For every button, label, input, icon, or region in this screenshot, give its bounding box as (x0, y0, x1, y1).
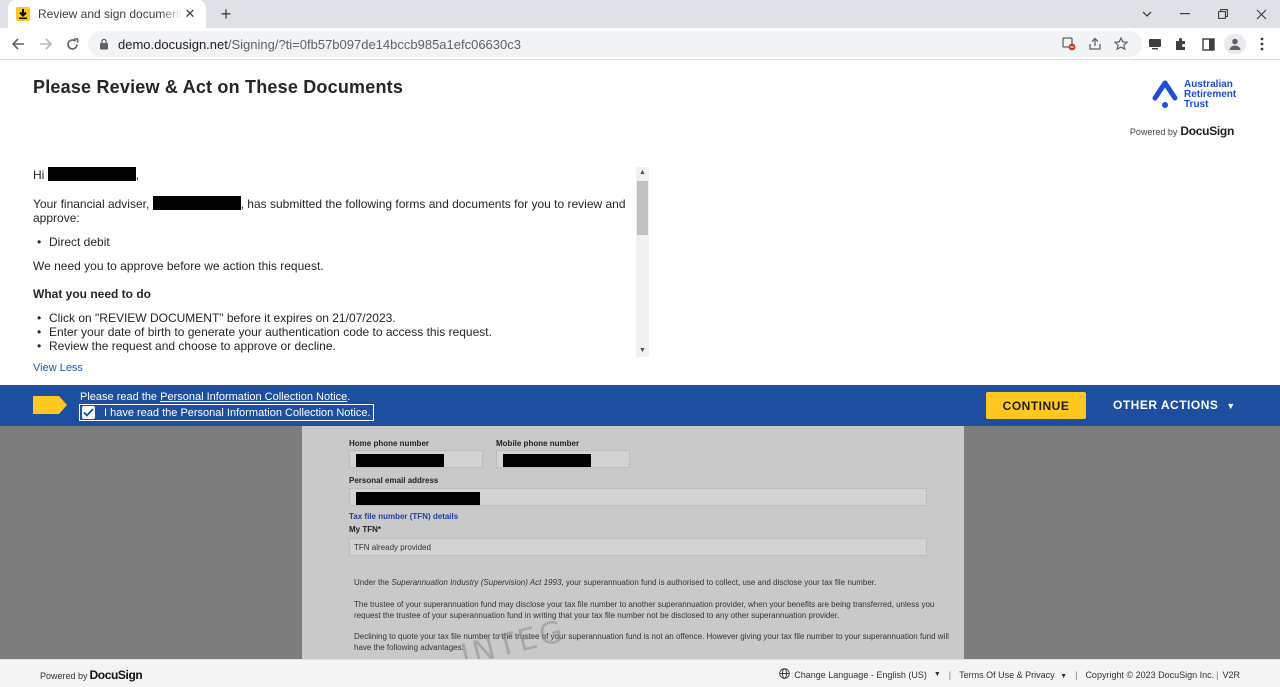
home-phone-field (349, 450, 483, 468)
home-phone-label: Home phone number (349, 439, 430, 448)
document-page: Home phone number Mobile phone number Pe… (302, 426, 964, 659)
continue-button[interactable]: CONTINUE (986, 392, 1086, 419)
tfn-paragraph-1: Under the Superannuation Industry (Super… (354, 578, 877, 587)
globe-icon (779, 668, 791, 681)
brand-logo: Australian Retirement Trust (1152, 78, 1242, 112)
email-field (349, 488, 927, 506)
close-window-icon[interactable] (1242, 0, 1280, 28)
tab-search-icon[interactable] (1128, 0, 1166, 28)
new-tab-icon[interactable]: + (216, 4, 236, 24)
caret-down-icon: ▼ (1226, 401, 1236, 411)
document-viewer[interactable]: Home phone number Mobile phone number Pe… (0, 426, 1280, 659)
reload-icon[interactable] (62, 34, 82, 54)
scroll-up-icon[interactable]: ▲ (636, 167, 649, 179)
browser-menu-icon[interactable] (1253, 35, 1271, 53)
tfn-label: My TFN* (349, 525, 381, 534)
restore-icon[interactable] (1204, 0, 1242, 28)
docusign-favicon-icon (16, 7, 30, 21)
change-language-button[interactable]: Change Language - English (US) ▼ (779, 668, 941, 681)
redacted-name (47, 167, 136, 181)
tfn-paragraph-2: The trustee of your superannuation fund … (354, 600, 935, 620)
list-item: Review the request and choose to approve… (33, 339, 649, 353)
share-icon[interactable] (1086, 35, 1104, 53)
minimize-icon[interactable] (1166, 0, 1204, 28)
blocked-popup-icon[interactable] (1060, 35, 1078, 53)
view-less-link[interactable]: View Less (33, 362, 83, 374)
extensions-puzzle-icon[interactable] (1172, 35, 1190, 53)
list-item: Click on "REVIEW DOCUMENT" before it exp… (33, 311, 649, 325)
collection-notice-link[interactable]: Personal Information Collection Notice (160, 391, 347, 403)
copyright-text: Copyright © 2023 DocuSign Inc. (1085, 669, 1215, 680)
brand-name: Australian Retirement Trust (1184, 79, 1237, 110)
redacted-email (356, 492, 480, 505)
art-logo-icon (1152, 80, 1178, 115)
todo-list: Click on "REVIEW DOCUMENT" before it exp… (33, 311, 649, 353)
tfn-field (349, 538, 927, 556)
signing-message: Hi , Your financial adviser, , has submi… (33, 167, 649, 357)
action-bar: Please read the Personal Information Col… (0, 385, 1280, 426)
browser-tab-strip: Review and sign document(s) | DocuSign ✕… (0, 0, 1280, 28)
browser-toolbar: demo.docusign.net/Signing/?ti=0fb57b097d… (0, 28, 1280, 60)
caret-down-icon: ▼ (933, 671, 941, 678)
tab-title: Review and sign document(s) | DocuSign (38, 7, 182, 21)
approve-note: We need you to approve before we action … (33, 259, 324, 273)
intro-paragraph: Your financial adviser, , has submitted … (33, 196, 626, 225)
list-item: Direct debit (33, 235, 649, 249)
footer-links: Change Language - English (US) ▼ | Terms… (779, 668, 1240, 681)
acknowledge-label: I have read the Personal Information Col… (104, 406, 371, 419)
page-title: Please Review & Act on These Documents (33, 77, 404, 97)
redacted-mobile-phone (503, 454, 591, 467)
redacted-home-phone (356, 454, 444, 467)
notice-text: Please read the Personal Information Col… (80, 391, 351, 403)
greeting: Hi , (33, 167, 140, 182)
todo-heading: What you need to do (33, 287, 151, 301)
checkbox-checked-icon[interactable] (82, 406, 95, 419)
url-host: demo.docusign.net (118, 36, 228, 52)
address-bar[interactable]: demo.docusign.net/Signing/?ti=0fb57b097d… (88, 31, 1142, 57)
document-list: Direct debit (33, 235, 649, 249)
url-path: /Signing/?ti=0fb57b097de14bccb985a1efc06… (227, 36, 521, 52)
start-tag-icon (33, 396, 67, 414)
forward-arrow-icon[interactable] (35, 34, 55, 54)
page-footer: Powered by DocuSign Change Language - Eng… (0, 659, 1280, 687)
side-panel-icon[interactable] (1199, 35, 1217, 53)
back-arrow-icon[interactable] (8, 34, 28, 54)
caret-down-icon: ▼ (1060, 672, 1068, 680)
acknowledge-checkbox[interactable]: I have read the Personal Information Col… (79, 404, 374, 421)
email-label: Personal email address (349, 476, 439, 485)
tfn-paragraph-3: Declining to quote your tax file number … (354, 632, 949, 652)
mobile-phone-label: Mobile phone number (496, 439, 580, 448)
version-text: V2R (1222, 669, 1240, 680)
message-scrollbar[interactable]: ▲ ▼ (636, 167, 649, 357)
bookmark-star-icon[interactable] (1112, 35, 1130, 53)
footer-powered-by: Powered by DocuSign (40, 668, 143, 682)
tab-close-icon[interactable]: ✕ (182, 6, 198, 22)
cast-icon[interactable] (1146, 35, 1164, 53)
profile-avatar-icon[interactable] (1224, 34, 1246, 54)
tfn-section-heading: Tax file number (TFN) details (349, 512, 459, 521)
lock-icon[interactable] (98, 38, 110, 50)
scrollbar-thumb[interactable] (637, 181, 648, 235)
list-item: Enter your date of birth to generate you… (33, 325, 649, 339)
tfn-value: TFN already provided (354, 543, 431, 552)
mobile-phone-field (496, 450, 630, 468)
redacted-adviser (152, 196, 241, 210)
terms-privacy-button[interactable]: Terms Of Use & Privacy ▼ (959, 670, 1067, 680)
powered-by-docusign: Powered by DocuSign (1129, 124, 1234, 138)
scroll-down-icon[interactable]: ▼ (636, 345, 649, 357)
browser-tab[interactable]: Review and sign document(s) | DocuSign ✕ (8, 0, 206, 28)
other-actions-button[interactable]: OTHER ACTIONS ▼ (1113, 398, 1236, 412)
